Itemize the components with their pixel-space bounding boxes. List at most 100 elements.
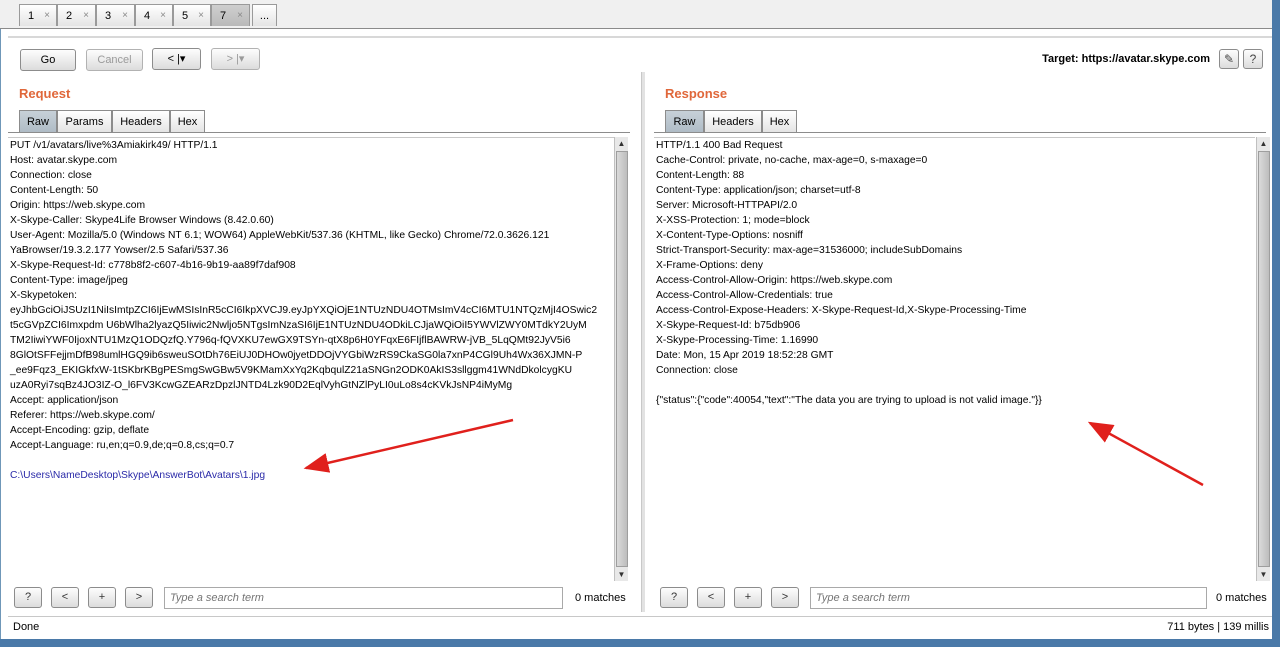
- tab-7[interactable]: 7 ×: [211, 4, 250, 26]
- help-button[interactable]: ?: [1243, 49, 1263, 69]
- target-label: Target: https://avatar.skype.com: [1042, 53, 1210, 65]
- response-tab-hex[interactable]: Hex: [762, 110, 797, 133]
- request-search-next-button[interactable]: >: [125, 587, 153, 608]
- request-search-help-button[interactable]: ?: [14, 587, 42, 608]
- window-bottom-border: [0, 639, 1280, 647]
- tab-label: 5: [182, 10, 189, 22]
- request-line: eyJhbGciOiJSUzI1NiIsImtpZCI6IjEwMSIsInR5…: [10, 305, 598, 316]
- panel-divider[interactable]: [641, 72, 645, 612]
- request-line: _ee9Fqz3_EKIGkfxW-1tSKbrKBgPESmgSwGBw5V9…: [10, 365, 573, 376]
- tab-label: 7: [220, 10, 227, 22]
- request-search-input[interactable]: [164, 587, 563, 609]
- request-line: 8GlOtSFFejjmDfB98umlHGQ9ib6sweuSOtDh76Ei…: [10, 350, 583, 361]
- close-icon[interactable]: ×: [83, 5, 89, 27]
- close-icon[interactable]: ×: [44, 5, 50, 27]
- forward-button[interactable]: > |▾: [211, 48, 260, 70]
- response-search-prev-button[interactable]: <: [697, 587, 725, 608]
- request-scrollbar[interactable]: ▲ ▼: [614, 137, 628, 581]
- response-line: X-Frame-Options: deny: [656, 260, 764, 271]
- request-tab-hex[interactable]: Hex: [170, 110, 205, 133]
- tab-4[interactable]: 4 ×: [135, 4, 173, 26]
- request-line: Accept: application/json: [10, 395, 119, 406]
- status-bar: Done 711 bytes | 139 millis: [8, 616, 1272, 640]
- request-line: PUT /v1/avatars/live%3Amiakirk49/ HTTP/1…: [10, 140, 218, 151]
- request-line: Referer: https://web.skype.com/: [10, 410, 155, 421]
- request-search-prev-button[interactable]: <: [51, 587, 79, 608]
- request-tab-underline: [8, 132, 630, 133]
- scroll-up-icon[interactable]: ▲: [615, 137, 628, 150]
- response-line: Server: Microsoft-HTTPAPI/2.0: [656, 200, 798, 211]
- request-tab-headers[interactable]: Headers: [112, 110, 170, 133]
- request-line: Origin: https://web.skype.com: [10, 200, 146, 211]
- scroll-down-icon[interactable]: ▼: [1257, 568, 1270, 581]
- tab-label: 1: [28, 10, 35, 22]
- request-line: C:\Users\NameDesktop\Skype\AnswerBot\Ava…: [10, 470, 266, 481]
- response-editor[interactable]: HTTP/1.1 400 Bad Request Cache-Control: p…: [654, 137, 1255, 582]
- scroll-thumb[interactable]: [616, 151, 628, 567]
- close-icon[interactable]: ×: [237, 5, 243, 27]
- tab-1[interactable]: 1 ×: [19, 4, 57, 26]
- scroll-down-icon[interactable]: ▼: [615, 568, 628, 581]
- tab-label: 3: [105, 10, 112, 22]
- request-line: Content-Length: 50: [10, 185, 99, 196]
- response-line: {"status":{"code":40054,"text":"The data…: [656, 395, 1042, 406]
- response-line: ​: [654, 378, 1255, 393]
- toolbar-separator: [8, 36, 1272, 38]
- scroll-up-icon[interactable]: ▲: [1257, 137, 1270, 150]
- request-line: YaBrowser/19.3.2.177 Yowser/2.5 Safari/5…: [10, 245, 229, 256]
- close-icon[interactable]: ×: [160, 5, 166, 27]
- response-line: Access-Control-Allow-Credentials: true: [656, 290, 833, 301]
- response-line: Content-Type: application/json; charset=…: [656, 185, 861, 196]
- request-matches-count: 0 matches: [575, 592, 626, 604]
- request-line: Accept-Encoding: gzip, deflate: [10, 425, 150, 436]
- tab-5[interactable]: 5 ×: [173, 4, 211, 26]
- status-text: Done: [13, 621, 40, 633]
- tab-3[interactable]: 3 ×: [96, 4, 135, 26]
- response-line: X-XSS-Protection: 1; mode=block: [656, 215, 810, 226]
- tab-label: 2: [66, 10, 73, 22]
- go-button[interactable]: Go: [20, 49, 76, 71]
- response-line: Access-Control-Allow-Origin: https://web…: [656, 275, 893, 286]
- response-line: Strict-Transport-Security: max-age=31536…: [656, 245, 963, 256]
- response-line: Cache-Control: private, no-cache, max-ag…: [656, 155, 928, 166]
- request-line: X-Skype-Caller: Skype4Life Browser Windo…: [10, 215, 274, 226]
- response-search-input[interactable]: [810, 587, 1207, 609]
- response-scrollbar[interactable]: ▲ ▼: [1256, 137, 1270, 581]
- response-line: HTTP/1.1 400 Bad Request: [656, 140, 783, 151]
- back-button[interactable]: < |▾: [152, 48, 201, 70]
- response-line: Connection: close: [656, 365, 738, 376]
- close-icon[interactable]: ×: [198, 5, 204, 27]
- scroll-thumb[interactable]: [1258, 151, 1270, 567]
- response-search-help-button[interactable]: ?: [660, 587, 688, 608]
- request-editor[interactable]: PUT /v1/avatars/live%3Amiakirk49/ HTTP/1…: [8, 137, 614, 582]
- repeater-tab-strip: 1 × 2 × 3 × 4 × 5 × 7 × ...: [0, 0, 1272, 29]
- request-title: Request: [19, 86, 71, 101]
- response-line: X-Content-Type-Options: nosniff: [656, 230, 803, 241]
- request-line: ​: [8, 453, 614, 468]
- request-line: Connection: close: [10, 170, 92, 181]
- response-line: X-Skype-Processing-Time: 1.16990: [656, 335, 819, 346]
- tab-2[interactable]: 2 ×: [57, 4, 96, 26]
- request-tab-params[interactable]: Params: [57, 110, 112, 133]
- help-icon: ?: [1249, 52, 1257, 66]
- close-icon[interactable]: ×: [122, 5, 128, 27]
- request-line: t5cGVpZCI6Imxpdm U6bWlha2lyazQ5Iiwic2Nwl…: [10, 320, 587, 331]
- edit-target-button[interactable]: ✎: [1219, 49, 1239, 69]
- response-stats: 711 bytes | 139 millis: [1167, 621, 1269, 633]
- response-line: Date: Mon, 15 Apr 2019 18:52:28 GMT: [656, 350, 834, 361]
- tab-label: 4: [144, 10, 151, 22]
- cancel-button[interactable]: Cancel: [86, 49, 143, 71]
- response-search-next-button[interactable]: >: [771, 587, 799, 608]
- request-tab-raw[interactable]: Raw: [19, 110, 57, 133]
- response-line: Content-Length: 88: [656, 170, 745, 181]
- response-tab-headers[interactable]: Headers: [704, 110, 762, 133]
- request-search-add-button[interactable]: +: [88, 587, 116, 608]
- request-line: X-Skypetoken:: [10, 290, 77, 301]
- tab-more[interactable]: ...: [252, 4, 277, 26]
- request-line: Content-Type: image/jpeg: [10, 275, 128, 286]
- response-tab-underline: [654, 132, 1266, 133]
- request-line: Accept-Language: ru,en;q=0.9,de;q=0.8,cs…: [10, 440, 235, 451]
- request-line: Host: avatar.skype.com: [10, 155, 118, 166]
- response-search-add-button[interactable]: +: [734, 587, 762, 608]
- response-tab-raw[interactable]: Raw: [665, 110, 704, 133]
